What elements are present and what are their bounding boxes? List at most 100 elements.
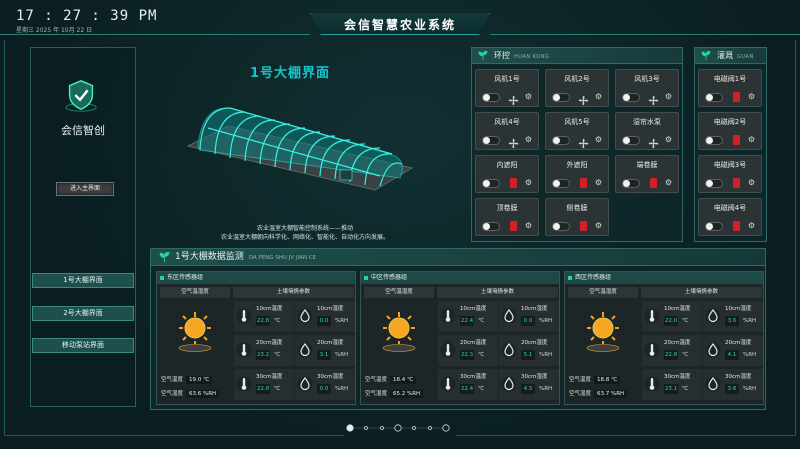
nav-pump-station[interactable]: 移动泵站界面 bbox=[32, 338, 134, 353]
pager-dot[interactable] bbox=[442, 424, 450, 432]
gear-icon[interactable]: ⚙ bbox=[747, 178, 756, 187]
gear-icon[interactable]: ⚙ bbox=[524, 178, 533, 187]
clock: 17 : 27 : 39 PM bbox=[16, 8, 158, 24]
brand-name: 会信智创 bbox=[61, 124, 105, 137]
toggle-switch[interactable] bbox=[482, 136, 500, 145]
gear-icon[interactable]: ⚙ bbox=[664, 178, 673, 187]
toggle-switch[interactable] bbox=[705, 136, 723, 145]
fan-icon bbox=[508, 134, 519, 149]
pager[interactable] bbox=[346, 423, 450, 433]
soil-label: 10cm湿度 bbox=[725, 306, 752, 312]
gear-icon[interactable]: ⚙ bbox=[594, 92, 603, 101]
soil-value: 22.3 bbox=[460, 350, 474, 360]
enter-main-button[interactable]: 进入主界面 bbox=[56, 182, 114, 196]
soil-temp-card: 20cm温度 22.3 ℃ bbox=[438, 335, 498, 366]
toggle-switch[interactable] bbox=[705, 93, 723, 102]
toggle-switch[interactable] bbox=[705, 222, 723, 231]
valve-icon bbox=[580, 221, 587, 231]
toggle-switch[interactable] bbox=[552, 179, 570, 188]
nav-greenhouse-2[interactable]: 2号大棚界面 bbox=[32, 306, 134, 321]
pager-dot[interactable] bbox=[346, 424, 354, 432]
toggle-switch[interactable] bbox=[552, 222, 570, 231]
control-cell: 电磁阀3号 ⚙ bbox=[698, 155, 762, 193]
soil-label: 10cm温度 bbox=[664, 306, 691, 312]
control-label: 风机2号 bbox=[564, 75, 590, 83]
pager-dot[interactable] bbox=[364, 426, 368, 430]
header-line-right bbox=[490, 34, 800, 35]
soil-unit: %RH bbox=[335, 352, 349, 358]
control-cell: 侧卷膜 ⚙ bbox=[545, 198, 609, 236]
soil-value: 22.8 bbox=[664, 350, 678, 360]
toggle-switch[interactable] bbox=[482, 93, 500, 102]
env-panel-header: 环控 HUAN KONG bbox=[472, 48, 682, 64]
control-label: 电磁阀1号 bbox=[713, 75, 747, 83]
soil-unit: %RH bbox=[743, 318, 757, 324]
toggle-switch[interactable] bbox=[482, 222, 500, 231]
soil-unit: ℃ bbox=[682, 386, 689, 392]
soil-label: 20cm温度 bbox=[460, 340, 487, 346]
toggle-switch[interactable] bbox=[705, 179, 723, 188]
desc-line-1: 农业温室大棚智能控制系统——推动 bbox=[256, 225, 353, 232]
air-hum-value: 65.2 %RH bbox=[390, 390, 424, 398]
air-hum-label: 空气湿度 bbox=[365, 391, 388, 397]
gear-icon[interactable]: ⚙ bbox=[747, 135, 756, 144]
water-drop-icon bbox=[501, 341, 517, 359]
gear-icon[interactable]: ⚙ bbox=[747, 92, 756, 101]
greenhouse-title: 1号大棚界面 bbox=[250, 66, 331, 81]
fan-icon bbox=[648, 134, 659, 149]
thermometer-icon bbox=[236, 341, 252, 359]
gear-icon[interactable]: ⚙ bbox=[594, 178, 603, 187]
gear-icon[interactable]: ⚙ bbox=[524, 221, 533, 230]
air-header: 空气温湿度 bbox=[568, 287, 638, 298]
toggle-switch[interactable] bbox=[622, 93, 640, 102]
control-cell: 电磁阀1号 ⚙ bbox=[698, 69, 762, 107]
gear-icon[interactable]: ⚙ bbox=[594, 221, 603, 230]
gear-icon[interactable]: ⚙ bbox=[664, 135, 673, 144]
soil-hum-card: 30cm湿度 3.6 %RH bbox=[703, 369, 763, 400]
gear-icon[interactable]: ⚙ bbox=[524, 92, 533, 101]
air-temp-value: 18.8 ℃ bbox=[594, 376, 621, 384]
soil-hum-card: 30cm湿度 0.0 %RH bbox=[295, 369, 355, 400]
nav-greenhouse-1[interactable]: 1号大棚界面 bbox=[32, 273, 134, 288]
thermometer-icon bbox=[644, 341, 660, 359]
pager-dot[interactable] bbox=[380, 426, 384, 430]
soil-hum-card: 10cm湿度 0.0 %RH bbox=[499, 301, 559, 332]
page-title: 会信智慧农业系统 bbox=[343, 18, 456, 32]
soil-hum-card: 30cm湿度 4.5 %RH bbox=[499, 369, 559, 400]
pager-dot[interactable] bbox=[428, 426, 432, 430]
soil-temp-card: 20cm温度 22.8 ℃ bbox=[642, 335, 702, 366]
soil-label: 10cm湿度 bbox=[521, 306, 548, 312]
toggle-switch[interactable] bbox=[622, 136, 640, 145]
soil-hum-card: 20cm湿度 4.1 %RH bbox=[703, 335, 763, 366]
gear-icon[interactable]: ⚙ bbox=[524, 135, 533, 144]
soil-value: 3.6 bbox=[725, 316, 739, 326]
air-hum-value: 63.7 %RH bbox=[594, 390, 628, 398]
control-cell: 外遮阳 ⚙ bbox=[545, 155, 609, 193]
soil-temp-card: 10cm温度 22.4 ℃ bbox=[438, 301, 498, 332]
gear-icon[interactable]: ⚙ bbox=[747, 221, 756, 230]
soil-value: 23.1 bbox=[664, 384, 678, 394]
soil-temp-card: 30cm温度 22.4 ℃ bbox=[438, 369, 498, 400]
water-drop-icon bbox=[297, 375, 313, 393]
header-line-left bbox=[0, 34, 310, 35]
soil-value: 4.5 bbox=[521, 384, 535, 394]
pager-dot[interactable] bbox=[412, 426, 416, 430]
gear-icon[interactable]: ⚙ bbox=[594, 135, 603, 144]
pager-dot[interactable] bbox=[394, 424, 402, 432]
control-label: 风机1号 bbox=[494, 75, 520, 83]
thermometer-icon bbox=[644, 307, 660, 325]
toggle-switch[interactable] bbox=[552, 136, 570, 145]
soil-unit: %RH bbox=[743, 386, 757, 392]
gear-icon[interactable]: ⚙ bbox=[664, 92, 673, 101]
irr-panel-header: 灌溉GUAN GAI bbox=[695, 48, 766, 77]
monitor-header: 1号大棚数据监测 DA PENG SHU JV JIAN CE bbox=[151, 249, 765, 266]
toggle-switch[interactable] bbox=[482, 179, 500, 188]
air-temp-value: 18.4 ℃ bbox=[390, 376, 417, 384]
toggle-switch[interactable] bbox=[622, 179, 640, 188]
soil-header: 土壤墒情参数 bbox=[641, 287, 762, 298]
air-temp-row: 空气温度 19.0 ℃ bbox=[161, 375, 213, 384]
water-drop-icon bbox=[705, 375, 721, 393]
soil-value: 22.8 bbox=[256, 384, 270, 394]
toggle-switch[interactable] bbox=[552, 93, 570, 102]
soil-value: 22.8 bbox=[256, 316, 270, 326]
